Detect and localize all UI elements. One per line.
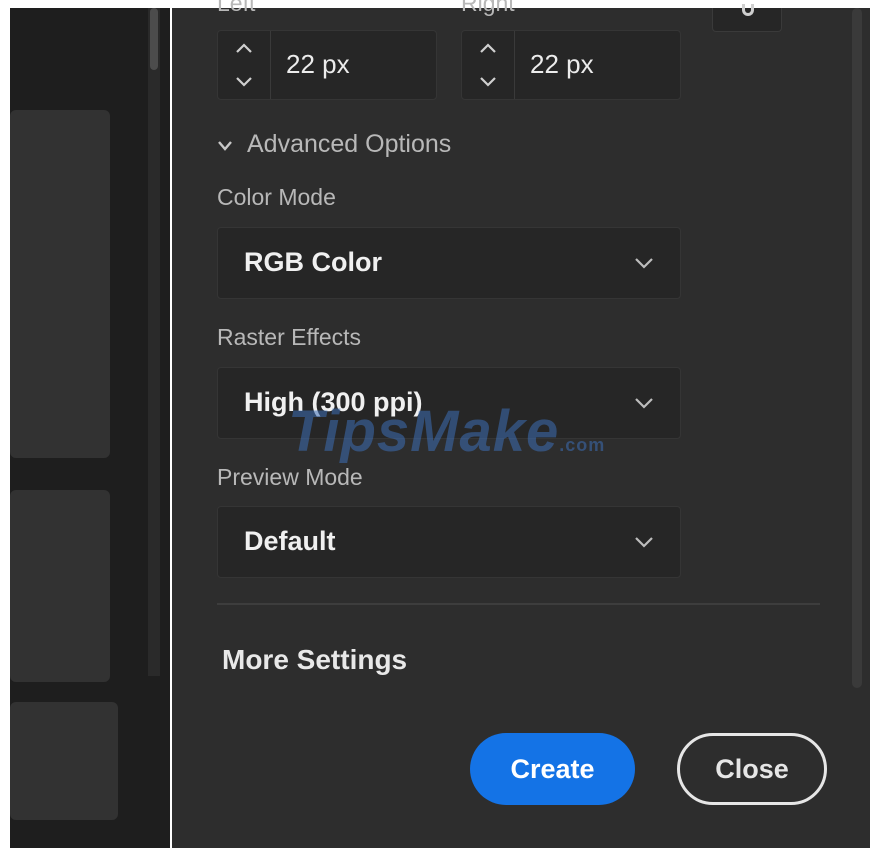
advanced-options-label: Advanced Options — [247, 130, 452, 158]
chevron-down-icon — [218, 141, 232, 151]
chevron-down-icon — [635, 258, 653, 269]
thumbnail-scrollbar-track[interactable] — [148, 8, 160, 676]
stepper-arrows[interactable] — [462, 31, 515, 99]
preset-thumbnail[interactable] — [10, 702, 118, 820]
preset-thumbnail[interactable] — [10, 490, 110, 682]
preview-mode-value: Default — [244, 526, 336, 556]
color-mode-dropdown[interactable]: RGB Color — [217, 227, 681, 299]
chevron-down-icon[interactable] — [479, 76, 497, 88]
stepper-arrows[interactable] — [218, 31, 271, 99]
section-divider — [217, 603, 820, 605]
color-mode-value: RGB Color — [244, 247, 382, 277]
chevron-up-icon[interactable] — [235, 42, 253, 54]
preview-mode-label: Preview Mode — [217, 464, 363, 490]
preset-thumbnail[interactable] — [10, 110, 110, 458]
more-settings-link[interactable]: More Settings — [222, 644, 407, 676]
close-button[interactable]: Close — [677, 733, 827, 805]
left-margin-stepper[interactable]: 22 px — [217, 30, 437, 100]
panel-scrollbar[interactable] — [852, 8, 862, 688]
chevron-down-icon — [635, 398, 653, 409]
watermark: TipsMake.com — [288, 399, 606, 464]
left-margin-value[interactable]: 22 px — [286, 49, 350, 80]
chevron-down-icon — [635, 537, 653, 548]
link-icon — [742, 4, 754, 16]
chevron-down-icon[interactable] — [235, 76, 253, 88]
preview-mode-dropdown[interactable]: Default — [217, 506, 681, 578]
left-margin-label: Left — [217, 0, 256, 16]
raster-effects-label: Raster Effects — [217, 324, 362, 350]
right-margin-label: Right — [461, 0, 515, 16]
color-mode-label: Color Mode — [217, 184, 336, 210]
link-margins-button[interactable] — [712, 4, 782, 32]
right-margin-value[interactable]: 22 px — [530, 49, 594, 80]
chevron-up-icon[interactable] — [479, 42, 497, 54]
create-button[interactable]: Create — [470, 733, 635, 805]
right-margin-stepper[interactable]: 22 px — [461, 30, 681, 100]
thumbnail-scrollbar-thumb[interactable] — [150, 8, 158, 70]
